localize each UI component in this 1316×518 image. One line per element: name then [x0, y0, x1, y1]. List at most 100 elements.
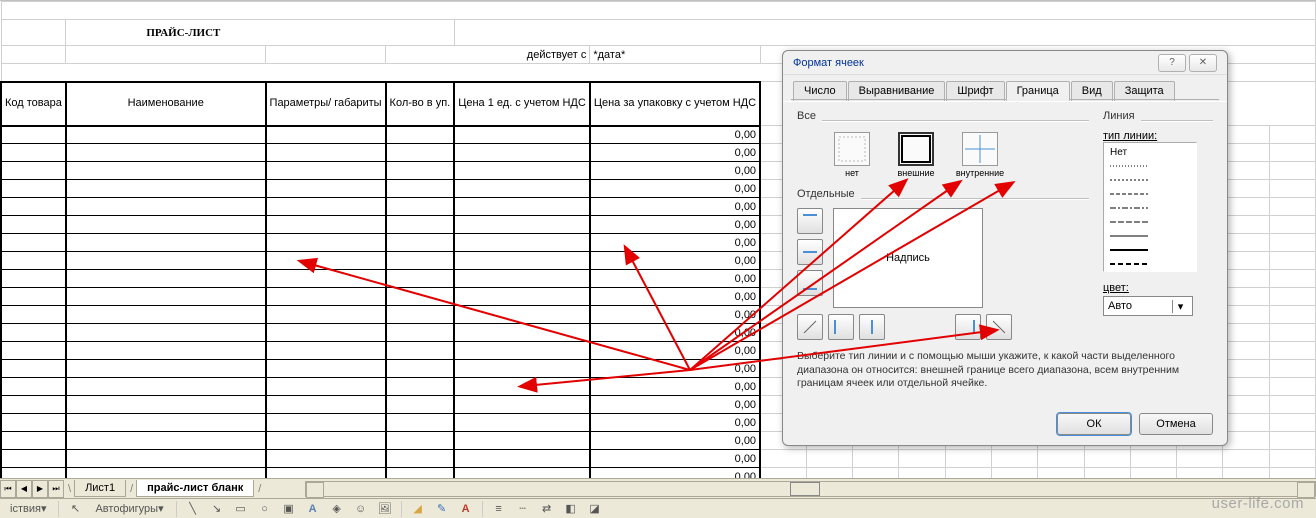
- cell-price-pack[interactable]: 0,00: [590, 288, 760, 306]
- border-diag2-button[interactable]: [986, 314, 1012, 340]
- preset-none[interactable]: нет: [829, 132, 875, 178]
- border-left-button[interactable]: [828, 314, 854, 340]
- table-row[interactable]: 0,00: [1, 450, 1316, 468]
- cell-price-pack[interactable]: 0,00: [590, 198, 760, 216]
- cell-price-pack[interactable]: 0,00: [590, 396, 760, 414]
- tab-nav-first[interactable]: ⏮: [0, 480, 16, 498]
- cell-price-pack[interactable]: 0,00: [590, 378, 760, 396]
- line-style-list[interactable]: Нет: [1103, 142, 1197, 272]
- close-button[interactable]: ✕: [1189, 54, 1217, 72]
- shadow-icon[interactable]: ◧: [561, 500, 581, 518]
- tab-nav-prev[interactable]: ◀: [16, 480, 32, 498]
- 3d-icon[interactable]: ◪: [585, 500, 605, 518]
- cell-price-pack[interactable]: 0,00: [590, 450, 760, 468]
- help-button[interactable]: ?: [1158, 54, 1186, 72]
- cell-price-pack[interactable]: 0,00: [590, 270, 760, 288]
- color-select[interactable]: Авто ▾: [1103, 296, 1193, 316]
- col-header-params: Параметры/ габариты: [266, 82, 386, 126]
- diagram-icon[interactable]: ◈: [327, 500, 347, 518]
- tab-alignment[interactable]: Выравнивание: [848, 81, 946, 101]
- cell-price-pack[interactable]: 0,00: [590, 306, 760, 324]
- cell-price-pack[interactable]: 0,00: [590, 432, 760, 450]
- preset-outer-icon: [898, 132, 934, 166]
- linetype-label: тип линии:: [1103, 130, 1157, 142]
- tab-fill[interactable]: Вид: [1071, 81, 1113, 101]
- oval-icon[interactable]: ○: [255, 500, 275, 518]
- tab-border[interactable]: Граница: [1006, 81, 1070, 101]
- border-right-button[interactable]: [955, 314, 981, 340]
- cell-price-pack[interactable]: 0,00: [590, 144, 760, 162]
- arrow-style-icon[interactable]: ⇄: [537, 500, 557, 518]
- horizontal-scrollbar[interactable]: [305, 481, 1316, 497]
- border-preview[interactable]: Надпись: [833, 208, 983, 308]
- textbox-icon[interactable]: ▣: [279, 500, 299, 518]
- cell-price-pack[interactable]: 0,00: [590, 234, 760, 252]
- line-group-label: Линия: [1103, 110, 1135, 122]
- border-hmid-button[interactable]: [797, 239, 823, 265]
- sheet-tabs-bar: ⏮ ◀ ▶ ⏭ \ Лист1 / прайс-лист бланк /: [0, 478, 1316, 498]
- fill-color-icon[interactable]: ◢: [408, 500, 428, 518]
- border-bottom-button[interactable]: [797, 270, 823, 296]
- dialog-titlebar[interactable]: Формат ячеек ? ✕: [783, 51, 1227, 75]
- picture-icon[interactable]: 🖼: [375, 500, 395, 518]
- presets-group-label: Все: [797, 110, 816, 122]
- col-header-price-pack: Цена за упаковку с учетом НДС: [590, 82, 760, 126]
- preset-inner-icon: [962, 132, 998, 166]
- col-header-price: Цена 1 ед. с учетом НДС: [454, 82, 590, 126]
- cell-price-pack[interactable]: 0,00: [590, 360, 760, 378]
- cell-price-pack[interactable]: 0,00: [590, 324, 760, 342]
- ok-button[interactable]: ОК: [1057, 413, 1131, 435]
- tab-number[interactable]: Число: [793, 81, 847, 101]
- cell-price-pack[interactable]: 0,00: [590, 162, 760, 180]
- tab-font[interactable]: Шрифт: [946, 81, 1004, 101]
- table-row[interactable]: 0,00: [1, 468, 1316, 479]
- col-header-qty: Кол-во в уп.: [386, 82, 455, 126]
- col-header-name: Наименование: [66, 82, 266, 126]
- linestyle-none[interactable]: Нет: [1106, 145, 1194, 159]
- cell-price-pack[interactable]: 0,00: [590, 414, 760, 432]
- border-vmid-button[interactable]: [859, 314, 885, 340]
- tab-nav-next[interactable]: ▶: [32, 480, 48, 498]
- line-color-icon[interactable]: ✎: [432, 500, 452, 518]
- watermark: user-life.com: [1212, 495, 1304, 512]
- cell-price-pack[interactable]: 0,00: [590, 252, 760, 270]
- cell-price-pack[interactable]: 0,00: [590, 126, 760, 144]
- preset-none-icon: [834, 132, 870, 166]
- tab-protection[interactable]: Защита: [1114, 81, 1175, 101]
- sheet-tab-1[interactable]: Лист1: [74, 480, 126, 497]
- chevron-down-icon: ▾: [1172, 300, 1188, 313]
- pointer-icon[interactable]: ↖: [65, 500, 85, 518]
- wordart-icon[interactable]: A: [303, 500, 323, 518]
- format-cells-dialog: Формат ячеек ? ✕ Число Выравнивание Шриф…: [782, 50, 1228, 446]
- cell-price-pack[interactable]: 0,00: [590, 180, 760, 198]
- cell-price-pack[interactable]: 0,00: [590, 216, 760, 234]
- dialog-title: Формат ячеек: [793, 57, 1155, 69]
- tab-nav-last[interactable]: ⏭: [48, 480, 64, 498]
- cancel-button[interactable]: Отмена: [1139, 413, 1213, 435]
- effective-label: действует с: [386, 46, 590, 64]
- cell-price-pack[interactable]: 0,00: [590, 342, 760, 360]
- drawing-toolbar: іствия ▾ ↖ Автофигуры ▾ ╲ ↘ ▭ ○ ▣ A ◈ ☺ …: [0, 498, 1316, 518]
- border-diag1-button[interactable]: [797, 314, 823, 340]
- line-icon[interactable]: ╲: [183, 500, 203, 518]
- arrow-icon[interactable]: ↘: [207, 500, 227, 518]
- color-label: цвет:: [1103, 282, 1129, 294]
- rectangle-icon[interactable]: ▭: [231, 500, 251, 518]
- clipart-icon[interactable]: ☺: [351, 500, 371, 518]
- autoshapes-dropdown[interactable]: Автофигуры ▾: [89, 500, 169, 518]
- hint-text: Выберите тип линии и с помощью мыши укаж…: [797, 350, 1213, 391]
- cell-price-pack[interactable]: 0,00: [590, 468, 760, 479]
- sheet-tab-2[interactable]: прайс-лист бланк: [136, 480, 254, 497]
- scrollbar-thumb[interactable]: [790, 482, 820, 496]
- effective-value: *дата*: [590, 46, 760, 64]
- dash-style-icon[interactable]: ┄: [513, 500, 533, 518]
- col-header-code: Код товара: [1, 82, 66, 126]
- preset-inner[interactable]: внутренние: [957, 132, 1003, 178]
- individual-group-label: Отдельные: [797, 188, 855, 200]
- page-title: ПРАЙС-ЛИСТ: [66, 20, 454, 46]
- preset-outer[interactable]: внешние: [893, 132, 939, 178]
- line-weight-icon[interactable]: ≡: [489, 500, 509, 518]
- border-top-button[interactable]: [797, 208, 823, 234]
- font-color-icon[interactable]: A: [456, 500, 476, 518]
- actions-dropdown[interactable]: іствия ▾: [4, 500, 52, 518]
